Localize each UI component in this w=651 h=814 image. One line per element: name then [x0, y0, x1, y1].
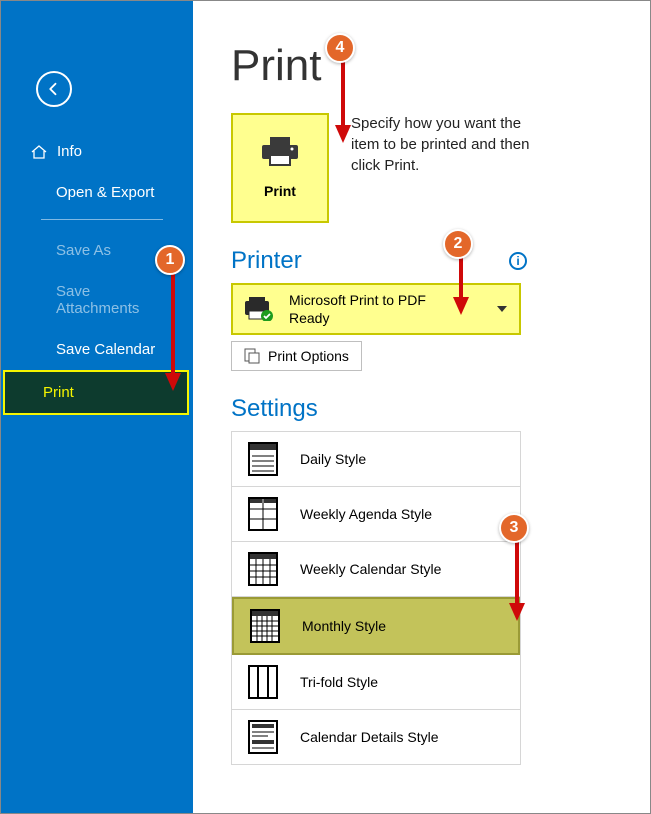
monthly-style-icon [250, 609, 280, 643]
style-weekly-agenda[interactable]: Weekly Agenda Style [232, 487, 520, 542]
printer-icon [260, 137, 300, 167]
printer-section-label: Printer [231, 247, 302, 275]
main-panel: Print Print Specify how you want the ite… [193, 1, 650, 813]
info-icon[interactable]: i [509, 252, 527, 270]
arrow-left-icon [45, 80, 63, 98]
calendar-details-icon [248, 720, 278, 754]
print-button-label: Print [264, 183, 296, 199]
style-label: Weekly Calendar Style [300, 561, 441, 577]
arrow-3 [505, 541, 535, 621]
style-calendar-details[interactable]: Calendar Details Style [232, 710, 520, 764]
style-trifold[interactable]: Tri-fold Style [232, 655, 520, 710]
sidebar-item-label: Save Calendar [56, 341, 155, 358]
style-label: Tri-fold Style [300, 674, 378, 690]
sidebar-item-label: Save Attachments [56, 283, 173, 317]
callout-4: 4 [325, 33, 355, 63]
style-daily[interactable]: Daily Style [232, 432, 520, 487]
arrow-2 [449, 257, 479, 315]
home-icon [31, 145, 47, 159]
page-title: Print [231, 41, 620, 91]
back-button[interactable] [36, 71, 72, 107]
style-label: Monthly Style [302, 618, 386, 634]
settings-section-label: Settings [231, 395, 318, 423]
style-label: Weekly Agenda Style [300, 506, 432, 522]
sidebar-item-label: Save As [56, 242, 111, 259]
print-options-button[interactable]: Print Options [231, 341, 362, 371]
printer-ready-icon [243, 297, 275, 321]
daily-style-icon [248, 442, 278, 476]
style-monthly[interactable]: Monthly Style [232, 597, 520, 655]
printer-status: Ready [289, 309, 426, 327]
sidebar-item-label: Info [57, 143, 82, 160]
arrow-4 [331, 61, 361, 143]
style-label: Calendar Details Style [300, 729, 439, 745]
arrow-1 [161, 273, 191, 391]
callout-2: 2 [443, 229, 473, 259]
style-label: Daily Style [300, 451, 366, 467]
callout-1: 1 [155, 245, 185, 275]
sidebar-item-label: Open & Export [56, 184, 154, 201]
sidebar-divider [41, 219, 163, 220]
print-options-icon [244, 348, 260, 364]
print-button[interactable]: Print [231, 113, 329, 223]
print-description: Specify how you want the item to be prin… [351, 113, 541, 176]
weekly-agenda-icon [248, 497, 278, 531]
trifold-style-icon [248, 665, 278, 699]
sidebar-item-info[interactable]: Info [1, 131, 193, 172]
sidebar-item-label: Print [43, 384, 74, 401]
sidebar-item-open-export[interactable]: Open & Export [1, 172, 193, 213]
weekly-calendar-icon [248, 552, 278, 586]
style-weekly-calendar[interactable]: Weekly Calendar Style [232, 542, 520, 597]
callout-3: 3 [499, 513, 529, 543]
printer-section-title: Printer i [231, 247, 527, 275]
settings-list: Daily Style Weekly Agenda Style Weekly C… [231, 431, 521, 765]
print-options-label: Print Options [268, 348, 349, 364]
printer-name: Microsoft Print to PDF [289, 291, 426, 309]
sidebar: Info Open & Export Save As Save Attachme… [1, 1, 193, 813]
settings-section-title: Settings [231, 395, 620, 423]
chevron-down-icon [497, 306, 507, 312]
